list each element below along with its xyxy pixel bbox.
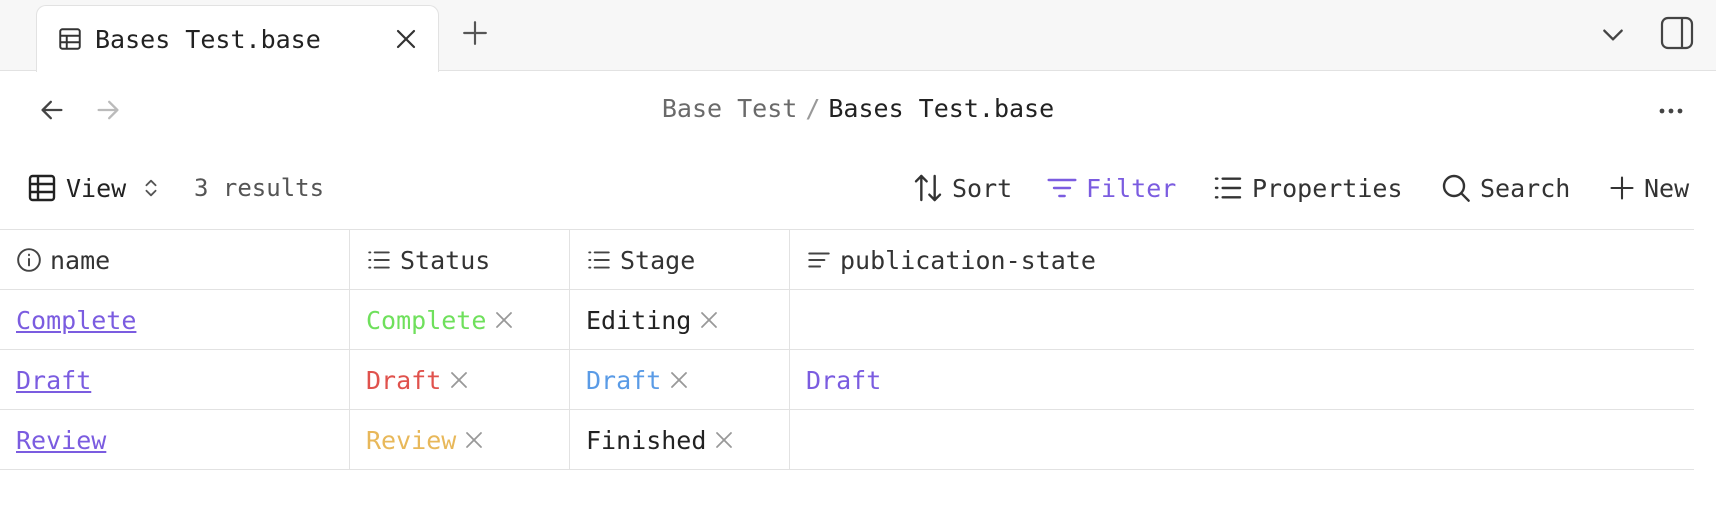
stage-tag: Editing (586, 306, 719, 335)
name-cell[interactable]: Draft (0, 350, 350, 410)
stage-cell[interactable]: Finished (570, 410, 790, 470)
search-icon (1442, 174, 1470, 202)
table-header-row: name Status Stage publication-state (0, 230, 1694, 290)
stage-cell[interactable]: Editing (570, 290, 790, 350)
column-header-status[interactable]: Status (350, 230, 570, 290)
column-header-name[interactable]: name (0, 230, 350, 290)
filter-button[interactable]: Filter (1046, 162, 1176, 214)
stage-tag: Finished (586, 426, 734, 455)
tab-bases-test[interactable]: Bases Test.base (36, 5, 439, 72)
results-count: 3 results (194, 174, 325, 202)
properties-button[interactable]: Properties (1212, 162, 1403, 214)
chevron-down-icon[interactable] (1600, 22, 1626, 48)
data-table: name Status Stage publication-state Comp… (0, 229, 1694, 470)
table-row: Draft Draft Draft Draft (0, 350, 1694, 410)
status-cell[interactable]: Complete (350, 290, 570, 350)
status-tag: Complete (366, 306, 514, 335)
breadcrumb-separator: / (805, 94, 821, 123)
close-icon[interactable] (699, 310, 719, 330)
table-icon (28, 174, 56, 202)
search-label: Search (1480, 173, 1571, 203)
publication-state-cell[interactable] (790, 410, 1694, 470)
publication-state-value: Draft (806, 365, 882, 395)
close-icon[interactable] (394, 27, 418, 51)
close-icon[interactable] (494, 310, 514, 330)
plus-icon[interactable] (462, 20, 488, 46)
stage-tag-label: Finished (586, 425, 707, 455)
table-icon (59, 28, 81, 50)
status-tag-label: Draft (366, 365, 442, 395)
sort-label: Sort (952, 173, 1013, 203)
publication-state-cell[interactable]: Draft (790, 350, 1694, 410)
properties-label: Properties (1252, 173, 1403, 203)
breadcrumb-parent[interactable]: Base Test (662, 94, 797, 123)
close-icon[interactable] (464, 430, 484, 450)
status-tag-label: Review (366, 425, 457, 455)
info-icon (17, 248, 41, 272)
note-link[interactable]: Review (16, 426, 106, 455)
more-horizontal-icon[interactable] (1656, 96, 1686, 126)
close-icon[interactable] (714, 430, 734, 450)
table-row: Complete Complete Editing (0, 290, 1694, 350)
sort-button[interactable]: Sort (912, 162, 1012, 214)
new-button[interactable]: New (1608, 162, 1689, 214)
filter-label: Filter (1086, 173, 1177, 203)
plus-icon (1610, 176, 1634, 200)
column-header-label: Status (400, 245, 491, 275)
status-tag: Review (366, 426, 484, 455)
column-header-label: name (50, 245, 111, 275)
close-icon[interactable] (449, 370, 469, 390)
breadcrumb: Base Test / Bases Test.base (0, 94, 1716, 123)
tab-bar: Bases Test.base (0, 0, 1716, 72)
chevron-up-down-icon (145, 179, 157, 197)
view-label: View (66, 173, 127, 203)
new-label: New (1644, 173, 1690, 203)
sidebar-toggle-icon[interactable] (1659, 15, 1695, 51)
stage-tag: Draft (586, 366, 689, 395)
name-cell[interactable]: Review (0, 410, 350, 470)
column-header-label: Stage (620, 245, 696, 275)
view-selector-button[interactable]: View (26, 162, 162, 214)
status-cell[interactable]: Draft (350, 350, 570, 410)
stage-cell[interactable]: Draft (570, 350, 790, 410)
status-tag-label: Complete (366, 305, 487, 335)
note-link[interactable]: Draft (16, 366, 91, 395)
text-lines-icon (808, 252, 830, 268)
table-row: Review Review Finished (0, 410, 1694, 470)
filter-icon (1047, 178, 1077, 198)
list-icon (588, 251, 610, 269)
column-header-publication-state[interactable]: publication-state (790, 230, 1694, 290)
breadcrumb-current[interactable]: Bases Test.base (828, 94, 1054, 123)
note-link[interactable]: Complete (16, 306, 136, 335)
list-icon (368, 251, 390, 269)
tab-title: Bases Test.base (95, 25, 321, 54)
navigation-bar: Base Test / Bases Test.base (0, 72, 1716, 150)
stage-tag-label: Editing (586, 305, 692, 335)
list-icon (1214, 177, 1242, 199)
close-icon[interactable] (669, 370, 689, 390)
sort-icon (914, 174, 942, 202)
publication-state-cell[interactable] (790, 290, 1694, 350)
toolbar: View 3 results Sort Filter Properties Se… (0, 162, 1716, 214)
stage-tag-label: Draft (586, 365, 662, 395)
name-cell[interactable]: Complete (0, 290, 350, 350)
search-button[interactable]: Search (1440, 162, 1570, 214)
status-tag: Draft (366, 366, 469, 395)
column-header-stage[interactable]: Stage (570, 230, 790, 290)
status-cell[interactable]: Review (350, 410, 570, 470)
column-header-label: publication-state (840, 245, 1096, 275)
